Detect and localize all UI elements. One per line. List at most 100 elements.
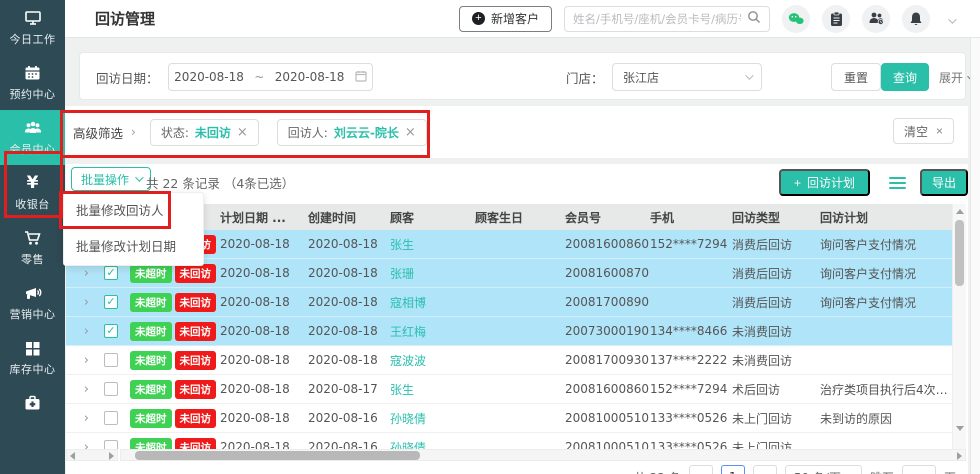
- search-input[interactable]: 姓名/手机号/座机/会员卡号/病历号: [564, 6, 770, 32]
- clear-filters-button[interactable]: 清空 ×: [893, 118, 954, 144]
- customer-link[interactable]: 寇波波: [390, 352, 475, 369]
- table-row[interactable]: ›未超时未回访2020-08-182020-08-16孙晓倩2008100051…: [66, 404, 952, 433]
- scrollbar-thumb[interactable]: [955, 220, 964, 286]
- sidebar-item-2[interactable]: 预约中心: [0, 55, 65, 110]
- customer-link[interactable]: 张珊: [390, 265, 475, 282]
- bell-icon[interactable]: [902, 5, 930, 33]
- wechat-icon[interactable]: [782, 5, 810, 33]
- scrollbar-thumb[interactable]: [135, 451, 420, 460]
- expand-chevron-icon[interactable]: ›: [66, 411, 92, 426]
- row-checkbox[interactable]: ✓: [104, 295, 118, 309]
- date-range-input[interactable]: 2020-08-18 ~ 2020-08-18: [168, 63, 373, 91]
- search-icon[interactable]: [747, 9, 761, 28]
- scroll-right-icon[interactable]: [957, 452, 962, 460]
- scroll-down-icon[interactable]: [956, 426, 964, 431]
- jump-page-input[interactable]: [902, 465, 936, 474]
- checkbox-cell: [92, 440, 128, 449]
- reset-button[interactable]: 重置: [831, 63, 881, 91]
- row-checkbox[interactable]: [104, 382, 118, 396]
- store-select[interactable]: 张江店: [612, 63, 762, 91]
- member-no-cell: 200816008701: [565, 266, 650, 280]
- advanced-filter-strip: 高级筛选 › 状态:未回访×回访人:刘云云-院长× 清空 ×: [65, 106, 968, 158]
- status-badge: 未回访: [175, 351, 217, 370]
- customer-link[interactable]: 寇相博: [390, 294, 475, 311]
- pagination: 共 22 条 ‹ 1 › 50 条/页 跳至 页: [66, 462, 966, 474]
- column-header: 顾客生日: [475, 209, 565, 226]
- table-row[interactable]: ›未超时未回访2020-08-182020-08-16孙晓倩2008100051…: [66, 433, 952, 449]
- row-checkbox[interactable]: ✓: [104, 324, 118, 338]
- row-checkbox[interactable]: [104, 353, 118, 367]
- sidebar-item-1[interactable]: 今日工作: [0, 0, 65, 55]
- sidebar-item-7[interactable]: 库存中心: [0, 330, 65, 385]
- row-checkbox[interactable]: ✓: [104, 266, 118, 280]
- query-button[interactable]: 查询: [881, 63, 929, 91]
- status-badges: 未超时未回访: [128, 293, 220, 312]
- table-vertical-scrollbar[interactable]: [952, 204, 966, 449]
- batch-actions-button[interactable]: 批量操作: [71, 167, 151, 191]
- scroll-right-icon[interactable]: [109, 452, 114, 460]
- expand-chevron-icon[interactable]: ›: [66, 440, 92, 450]
- arrow-right-icon[interactable]: ›: [131, 125, 136, 139]
- next-page-button[interactable]: ›: [753, 465, 777, 474]
- sidebar-item-label: 会员中心: [10, 141, 56, 157]
- customers-clock-icon[interactable]: [862, 5, 890, 33]
- customer-link[interactable]: 王红梅: [390, 323, 475, 340]
- expand-chevron-icon[interactable]: ›: [66, 266, 92, 281]
- export-button[interactable]: 导出: [920, 169, 968, 196]
- column-header: 计划日期 ...: [220, 209, 308, 226]
- customer-link[interactable]: 孙晓倩: [390, 410, 475, 427]
- table-row[interactable]: ›✓未超时未回访2020-08-182020-08-18寇相博200817008…: [66, 288, 952, 317]
- visit-type-cell: 术后回访: [732, 381, 820, 398]
- create-date-cell: 2020-08-18: [308, 295, 390, 309]
- customer-link[interactable]: 张生: [390, 236, 475, 253]
- scroll-up-icon[interactable]: [956, 209, 964, 214]
- table-row[interactable]: ›未超时未回访2020-08-182020-08-18寇波波2008170093…: [66, 346, 952, 375]
- column-header: 会员号: [565, 209, 650, 226]
- fixed-columns-scrollbar[interactable]: [66, 449, 118, 461]
- member-no-cell: 200810005101: [565, 411, 650, 425]
- visit-plan-cell: 询问客户支付情况: [820, 265, 952, 282]
- page-size-select[interactable]: 50 条/页: [785, 465, 862, 474]
- customer-link[interactable]: 孙晓倩: [390, 439, 475, 450]
- prev-page-button[interactable]: ‹: [689, 465, 713, 474]
- sidebar-item-6[interactable]: 营销中心: [0, 275, 65, 330]
- dropdown-item[interactable]: 批量修改计划日期: [64, 229, 203, 265]
- add-visit-plan-button[interactable]: + 回访计划: [779, 169, 870, 196]
- table-row[interactable]: ›✓未超时未回访2020-08-182020-08-18王红梅200730001…: [66, 317, 952, 346]
- add-customer-button[interactable]: + 新增客户: [459, 6, 552, 32]
- column-settings-icon[interactable]: [889, 174, 906, 192]
- clipboard-icon[interactable]: [822, 5, 850, 33]
- pagination-total: 共 22 条: [634, 469, 681, 474]
- filter-tags: 状态:未回访×回访人:刘云云-院长×: [150, 119, 445, 146]
- sidebar-item-4[interactable]: ¥收银台: [0, 165, 65, 220]
- expand-link[interactable]: 展开: [939, 69, 973, 86]
- close-icon[interactable]: ×: [405, 125, 416, 140]
- expand-chevron-icon[interactable]: ›: [66, 382, 92, 397]
- chevron-down-icon[interactable]: [948, 9, 954, 28]
- visit-type-cell: 消费后回访: [732, 294, 820, 311]
- customer-link[interactable]: 张生: [390, 381, 475, 398]
- sidebar-item-3[interactable]: 会员中心: [0, 110, 65, 165]
- dropdown-item[interactable]: 批量修改回访人: [64, 193, 203, 229]
- sidebar-item-8[interactable]: [0, 385, 65, 420]
- visit-plan-cell: 询问客户支付情况: [820, 294, 952, 311]
- checkbox-cell: ✓: [92, 324, 128, 338]
- row-checkbox[interactable]: [104, 440, 118, 449]
- table-row[interactable]: ›未超时未回访2020-08-182020-08-17张生20081600860…: [66, 375, 952, 404]
- main-columns-scrollbar[interactable]: [120, 449, 966, 461]
- checkbox-cell: ✓: [92, 295, 128, 309]
- sidebar-item-5[interactable]: 零售: [0, 220, 65, 275]
- checkbox-cell: [92, 411, 128, 425]
- close-icon[interactable]: ×: [237, 125, 248, 140]
- page-scrollbar[interactable]: [970, 38, 980, 474]
- status-badges: 未超时未回访: [128, 264, 220, 283]
- scroll-left-icon[interactable]: [70, 452, 75, 460]
- expand-chevron-icon[interactable]: ›: [66, 324, 92, 339]
- expand-chevron-icon[interactable]: ›: [66, 295, 92, 310]
- timeout-badge: 未超时: [130, 409, 172, 428]
- row-checkbox[interactable]: [104, 411, 118, 425]
- current-page-button[interactable]: 1: [721, 465, 745, 474]
- expand-chevron-icon[interactable]: ›: [66, 353, 92, 368]
- plus-icon: +: [794, 176, 801, 190]
- status-badges: 未超时未回访: [128, 351, 220, 370]
